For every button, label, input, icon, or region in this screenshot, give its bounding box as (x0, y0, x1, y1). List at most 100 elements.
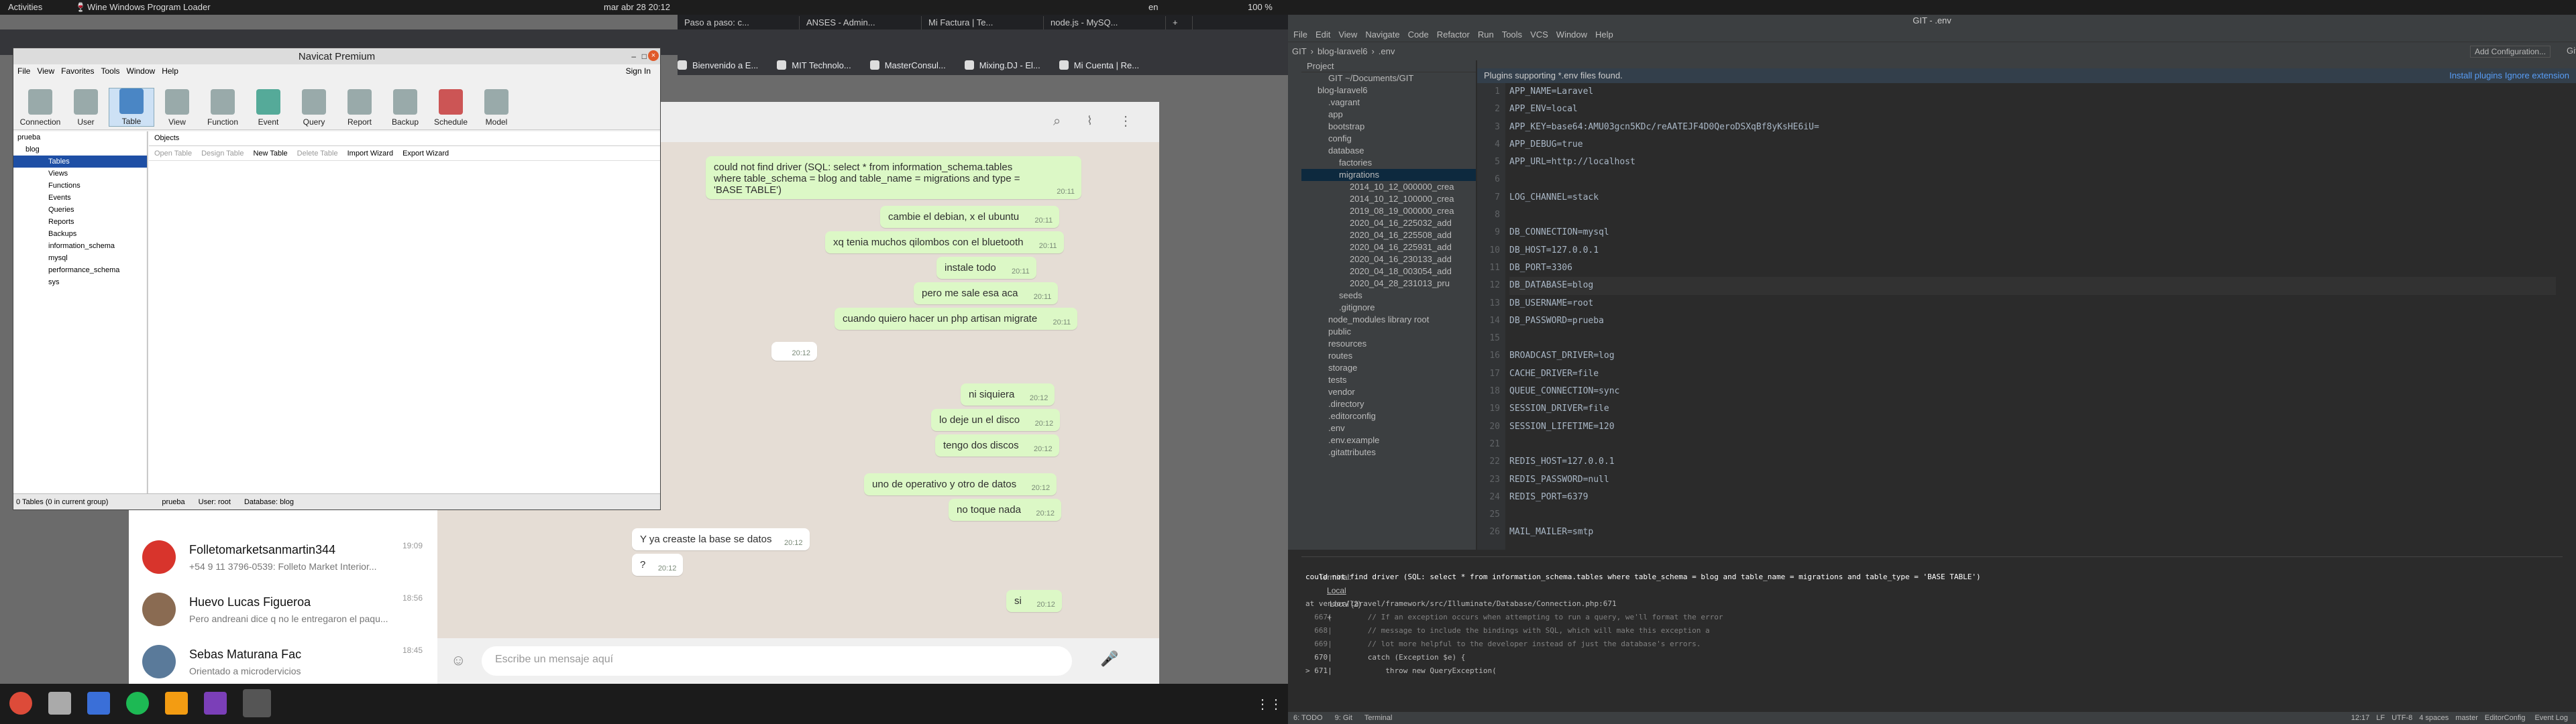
project-tree-item[interactable]: database (1301, 145, 1476, 157)
breadcrumb-item[interactable]: blog-laravel6 (1318, 46, 1367, 56)
project-tree-item[interactable]: .vagrant (1301, 97, 1476, 109)
menu-code[interactable]: Code (1408, 29, 1429, 40)
menu-view[interactable]: View (37, 66, 54, 76)
tree-node-backups[interactable]: Backups (13, 228, 147, 240)
tree-node-database[interactable]: information_schema (13, 240, 147, 252)
tree-node-database[interactable]: performance_schema (13, 264, 147, 276)
project-tree-item[interactable]: .env.example (1301, 434, 1476, 446)
minimize-icon[interactable]: – (631, 52, 636, 61)
function-button[interactable]: Function (200, 89, 246, 127)
menu-help[interactable]: Help (1595, 29, 1613, 40)
navicat-icon[interactable] (243, 689, 271, 717)
app-menu[interactable]: Wine Windows Program Loader (87, 2, 211, 12)
maximize-icon[interactable]: □ (642, 52, 647, 61)
project-tree-item[interactable]: blog-laravel6 (1301, 84, 1476, 97)
spotify-icon[interactable] (126, 692, 149, 715)
chrome-icon[interactable] (9, 692, 32, 715)
ignore-extension-link[interactable]: Ignore extension (2505, 68, 2569, 83)
project-tree-item[interactable]: seeds (1301, 290, 1476, 302)
menu-window[interactable]: Window (127, 66, 156, 76)
add-configuration-button[interactable]: Add Configuration... (2470, 46, 2551, 58)
project-tree-item[interactable]: tests (1301, 374, 1476, 386)
chat-item[interactable]: Huevo Lucas Figueroa Pero andreani dice q… (129, 584, 437, 635)
editorconfig[interactable]: EditorConfig (2485, 714, 2526, 722)
clock[interactable]: mar abr 28 20:12 (604, 2, 670, 12)
bookmark[interactable]: Bienvenido a E... (678, 60, 758, 70)
project-tree-item[interactable]: 2020_04_16_225508_add (1301, 229, 1476, 241)
indent[interactable]: 4 spaces (2419, 714, 2449, 722)
project-tree-item[interactable]: GIT ~/Documents/GIT (1301, 72, 1476, 84)
project-tree-item[interactable]: 2020_04_16_225931_add (1301, 241, 1476, 253)
menu-vcs[interactable]: VCS (1530, 29, 1548, 40)
export-wizard-button[interactable]: Export Wizard (402, 149, 449, 158)
menu-help[interactable]: Help (162, 66, 178, 76)
encoding[interactable]: UTF-8 (2392, 714, 2412, 722)
menu-navigate[interactable]: Navigate (1365, 29, 1399, 40)
open-table-button[interactable]: Open Table (154, 149, 192, 158)
search-icon[interactable]: ⌕ (1053, 114, 1061, 129)
delete-table-button[interactable]: Delete Table (297, 149, 338, 158)
new-tab-icon[interactable]: + (1166, 16, 1193, 29)
project-tree-item[interactable]: app (1301, 109, 1476, 121)
connection-button[interactable]: Connection (17, 89, 63, 127)
event-button[interactable]: Event (246, 89, 291, 127)
project-tree-item[interactable]: 2014_10_12_100000_crea (1301, 193, 1476, 205)
project-tree-item[interactable]: resources (1301, 338, 1476, 350)
chat-item[interactable]: Folletomarketsanmartin344 +54 9 11 3796-0… (129, 532, 437, 583)
chat-item[interactable]: Sebas Maturana Fac Orientado a microdervi… (129, 636, 437, 687)
report-button[interactable]: Report (337, 89, 382, 127)
tree-node-queries[interactable]: Queries (13, 204, 147, 216)
project-tree-item[interactable]: migrations (1301, 169, 1476, 181)
project-tree-item[interactable]: .env (1301, 422, 1476, 434)
cursor-position[interactable]: 12:17 (2351, 714, 2370, 722)
import-wizard-button[interactable]: Import Wizard (347, 149, 393, 158)
microphone-icon[interactable]: 🎤 (1100, 650, 1118, 668)
project-tree-item[interactable]: routes (1301, 350, 1476, 362)
code-area[interactable]: APP_NAME=Laravel APP_ENV=local APP_KEY=bas… (1509, 83, 2556, 542)
project-tree-item[interactable]: vendor (1301, 386, 1476, 398)
git-branch[interactable]: master (2455, 714, 2478, 722)
table-button[interactable]: Table (109, 88, 154, 127)
activities-button[interactable]: Activities (8, 2, 42, 12)
project-tree-item[interactable]: 2019_08_19_000000_crea (1301, 205, 1476, 217)
project-tree-item[interactable]: .gitattributes (1301, 446, 1476, 459)
terminal-tab[interactable]: Local (1327, 586, 1346, 595)
todo-tab[interactable]: 6: TODO (1293, 714, 1323, 722)
project-tree-item[interactable]: .gitignore (1301, 302, 1476, 314)
project-tree-item[interactable]: bootstrap (1301, 121, 1476, 133)
menu-file[interactable]: File (17, 66, 30, 76)
bookmark[interactable]: Mixing.DJ - El... (964, 60, 1040, 70)
attach-icon[interactable]: ⌇ (1087, 114, 1093, 128)
project-tree-item[interactable]: config (1301, 133, 1476, 145)
bookmark[interactable]: MIT Technolo... (777, 60, 851, 70)
tree-node-database[interactable]: mysql (13, 252, 147, 264)
backup-button[interactable]: Backup (382, 89, 428, 127)
event-log[interactable]: Event Log (2534, 714, 2568, 722)
menu-favorites[interactable]: Favorites (61, 66, 94, 76)
terminal-output[interactable]: could not find driver (SQL: select * fro… (1301, 570, 2563, 678)
tree-node-reports[interactable]: Reports (13, 216, 147, 228)
project-tree-item[interactable]: public (1301, 326, 1476, 338)
tree-node-functions[interactable]: Functions (13, 180, 147, 192)
phpstorm-icon[interactable] (204, 692, 227, 715)
browser-tab[interactable]: ANSES - Admin... (800, 16, 922, 29)
close-icon[interactable]: × (648, 50, 659, 61)
browser-tab[interactable]: Paso a paso: c... (678, 16, 800, 29)
git-tab[interactable]: 9: Git (1335, 714, 1352, 722)
line-separator[interactable]: LF (2376, 714, 2385, 722)
terminal-tab[interactable]: Terminal (1364, 714, 1393, 722)
schedule-button[interactable]: Schedule (428, 89, 474, 127)
menu-icon[interactable]: ⋮ (1119, 113, 1132, 129)
project-tree-item[interactable]: 2020_04_16_225032_add (1301, 217, 1476, 229)
project-tree-item[interactable]: storage (1301, 362, 1476, 374)
bookmark[interactable]: MasterConsul... (869, 60, 946, 70)
view-button[interactable]: View (154, 89, 200, 127)
tree-node-connection[interactable]: prueba (13, 131, 147, 143)
project-tree-item[interactable]: .editorconfig (1301, 410, 1476, 422)
menu-tools[interactable]: Tools (1502, 29, 1522, 40)
project-tree-item[interactable]: 2020_04_18_003054_add (1301, 265, 1476, 278)
menu-window[interactable]: Window (1556, 29, 1587, 40)
tree-node-database[interactable]: blog (13, 143, 147, 156)
user-button[interactable]: User (63, 89, 109, 127)
lang-indicator[interactable]: en (1148, 2, 1158, 12)
